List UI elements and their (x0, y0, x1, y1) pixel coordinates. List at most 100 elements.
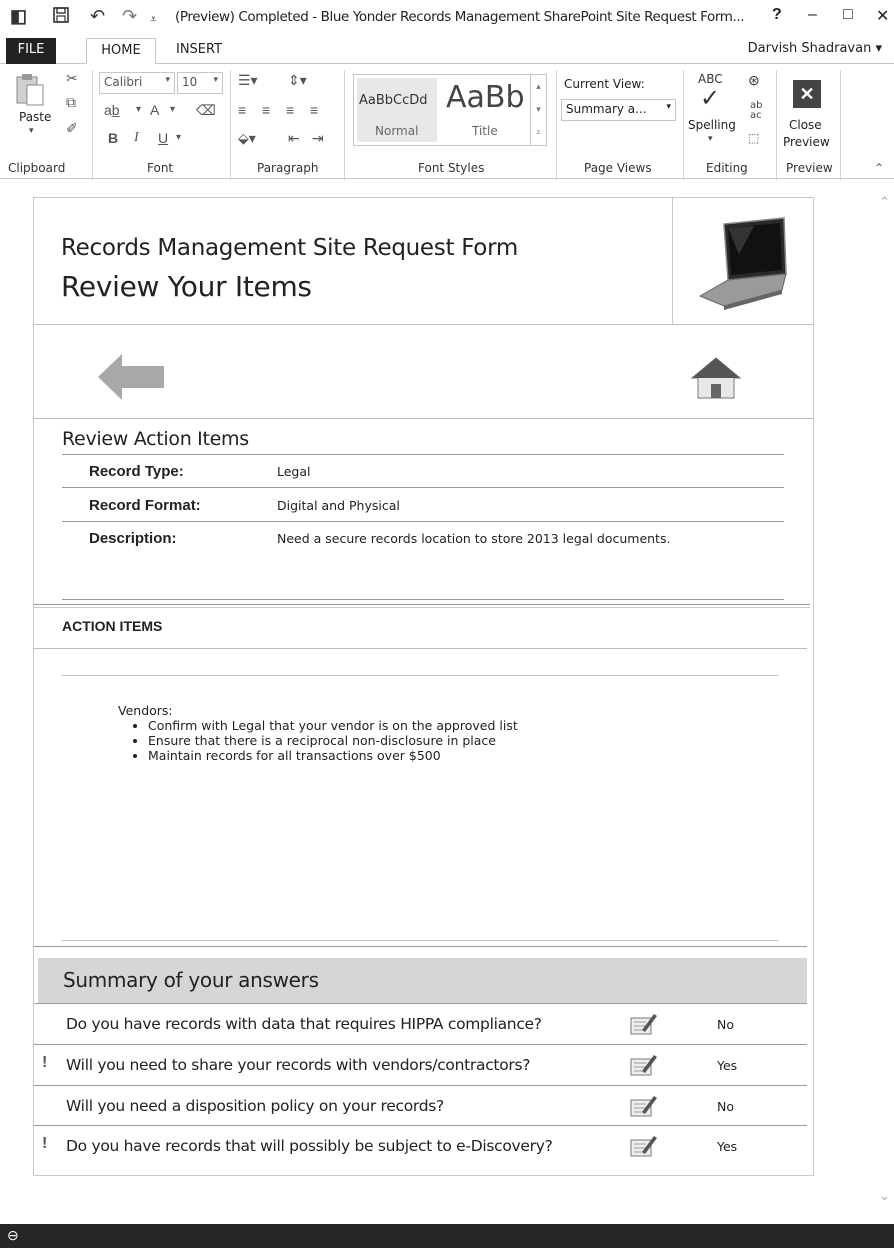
close-preview-button[interactable]: ✕ Close Preview (781, 72, 835, 156)
spelling-button[interactable]: ABC ✓ Spelling ▾ (686, 72, 738, 156)
record-format-value: Digital and Physical (277, 498, 400, 513)
answer-value: No (717, 1017, 734, 1032)
underline-button[interactable]: U (158, 130, 168, 146)
home-icon[interactable] (690, 356, 742, 402)
font-color-button[interactable]: A (150, 102, 159, 118)
warning-flag: ! (42, 1054, 48, 1071)
scroll-down-icon[interactable]: ⌄ (879, 1188, 890, 1204)
vendors-block: Vendors: Confirm with Legal that your ve… (118, 703, 718, 763)
record-type-value: Legal (277, 464, 311, 479)
summary-row: ! Do you have records that will possibly… (34, 1126, 813, 1167)
summary-header: Summary of your answers (38, 958, 807, 1003)
paste-dropdown-icon: ▾ (29, 126, 34, 136)
tab-home[interactable]: HOME (86, 38, 156, 65)
close-preview-line2: Preview (783, 135, 830, 149)
style-normal-sample: AaBbCcDd (359, 93, 428, 108)
align-left-icon[interactable]: ≡ (238, 102, 246, 118)
vendors-label: Vendors: (118, 703, 173, 718)
vendor-bullet-list: Confirm with Legal that your vendor is o… (118, 718, 718, 763)
description-value: Need a secure records location to store … (277, 531, 671, 546)
find-icon[interactable]: ⊛ (748, 72, 760, 88)
align-center-icon[interactable]: ≡ (262, 102, 270, 118)
summary-row: ! Will you need to share your records wi… (34, 1045, 813, 1086)
group-label-clipboard: Clipboard (8, 161, 66, 175)
maximize-button[interactable]: □ (843, 6, 853, 24)
highlight-dropdown-icon[interactable]: ▾ (136, 102, 141, 118)
bold-button[interactable]: B (108, 130, 118, 146)
laptop-icon (694, 214, 794, 314)
form-view: Records Management Site Request Form Rev… (33, 197, 814, 1176)
current-view-dropdown[interactable]: Summary a... ▾ (561, 99, 676, 121)
cut-icon[interactable]: ✂ (66, 70, 78, 86)
justify-icon[interactable]: ≡ (310, 102, 318, 118)
current-view-value: Summary a... (566, 102, 647, 116)
select-icon[interactable]: ⬚ (748, 130, 759, 146)
align-right-icon[interactable]: ≡ (286, 102, 294, 118)
question-text: Will you need a disposition policy on yo… (66, 1097, 444, 1115)
font-color-dropdown-icon[interactable]: ▾ (170, 102, 175, 118)
group-label-page-views: Page Views (584, 161, 652, 175)
answer-value: Yes (717, 1139, 738, 1154)
warning-flag: ! (42, 1135, 48, 1152)
ribbon: Paste ▾ ✂ ⧉ ✐ Clipboard Calibri ▾ 10 ▾ ab̲… (0, 64, 894, 180)
style-normal[interactable]: AaBbCcDd Normal (357, 78, 437, 142)
list-item: Confirm with Legal that your vendor is o… (148, 718, 718, 733)
clear-formatting-icon[interactable]: ⌫ (196, 102, 216, 118)
highlight-icon[interactable]: ab̲ (104, 102, 120, 118)
edit-answer-icon[interactable] (630, 1012, 658, 1036)
replace-icon[interactable]: ab ac (748, 100, 772, 126)
current-view-label: Current View: (564, 77, 645, 91)
paste-button[interactable]: Paste ▾ (14, 72, 54, 142)
back-arrow-icon[interactable] (96, 350, 166, 404)
infopath-icon[interactable]: ◧ (10, 6, 27, 26)
format-painter-icon[interactable]: ✐ (66, 120, 78, 136)
window-title: (Preview) Completed - Blue Yonder Record… (175, 9, 745, 25)
italic-button[interactable]: I (134, 130, 139, 146)
tab-file[interactable]: FILE (6, 38, 56, 64)
save-icon[interactable] (52, 6, 70, 28)
title-bar: ◧ ↶ ↷ ⩡ (Preview) Completed - Blue Yonde… (0, 0, 894, 36)
bullets-icon[interactable]: ☰▾ (238, 72, 258, 88)
checkmark-icon: ✓ (700, 84, 721, 112)
group-label-paragraph: Paragraph (257, 161, 319, 175)
underline-dropdown-icon[interactable]: ▾ (176, 130, 181, 146)
user-account[interactable]: Darvish Shadravan ▾ (748, 41, 882, 56)
description-label: Description: (89, 530, 177, 547)
summary-row: Do you have records with data that requi… (34, 1004, 813, 1045)
decrease-indent-icon[interactable]: ⇤ (288, 130, 300, 146)
font-size-dropdown[interactable]: 10 ▾ (177, 72, 223, 94)
style-title-label: Title (472, 124, 498, 138)
shading-icon[interactable]: ⬙▾ (238, 130, 256, 146)
summary-title: Summary of your answers (63, 968, 319, 992)
spelling-label: Spelling (688, 118, 736, 132)
edit-answer-icon[interactable] (630, 1094, 658, 1118)
collapse-ribbon-icon[interactable]: ⌃ (874, 160, 884, 176)
line-spacing-icon[interactable]: ⇕▾ (288, 72, 307, 88)
action-items-title: ACTION ITEMS (62, 618, 163, 634)
close-preview-line1: Close (789, 118, 822, 132)
copy-icon[interactable]: ⧉ (66, 94, 76, 110)
font-family-value: Calibri (104, 75, 143, 89)
font-family-dropdown[interactable]: Calibri ▾ (99, 72, 175, 94)
user-name: Darvish Shadravan (747, 41, 872, 56)
tab-insert[interactable]: INSERT (176, 41, 222, 64)
form-title: Records Management Site Request Form (61, 235, 518, 261)
undo-icon[interactable]: ↶ (90, 6, 105, 26)
help-button[interactable]: ? (772, 6, 782, 24)
style-title[interactable]: AaBb Title (442, 78, 526, 142)
ribbon-tabs: FILE HOME INSERT Darvish Shadravan ▾ (0, 36, 894, 65)
status-info-icon[interactable]: ⊖ (7, 1227, 19, 1244)
styles-scroll[interactable]: ▴ ▾ ⩡ (530, 75, 546, 145)
quick-access-dropdown-icon[interactable]: ⩡ (150, 9, 157, 29)
close-window-button[interactable]: ✕ (876, 6, 889, 26)
paste-icon (16, 74, 44, 106)
minimize-button[interactable]: – (808, 6, 817, 24)
group-label-preview: Preview (786, 161, 833, 175)
question-text: Do you have records that will possibly b… (66, 1137, 553, 1155)
increase-indent-icon[interactable]: ⇥ (312, 130, 324, 146)
scroll-up-icon[interactable]: ⌃ (879, 194, 890, 210)
redo-icon[interactable]: ↷ (122, 6, 137, 26)
edit-answer-icon[interactable] (630, 1053, 658, 1077)
edit-answer-icon[interactable] (630, 1134, 658, 1158)
font-size-value: 10 (182, 75, 198, 89)
